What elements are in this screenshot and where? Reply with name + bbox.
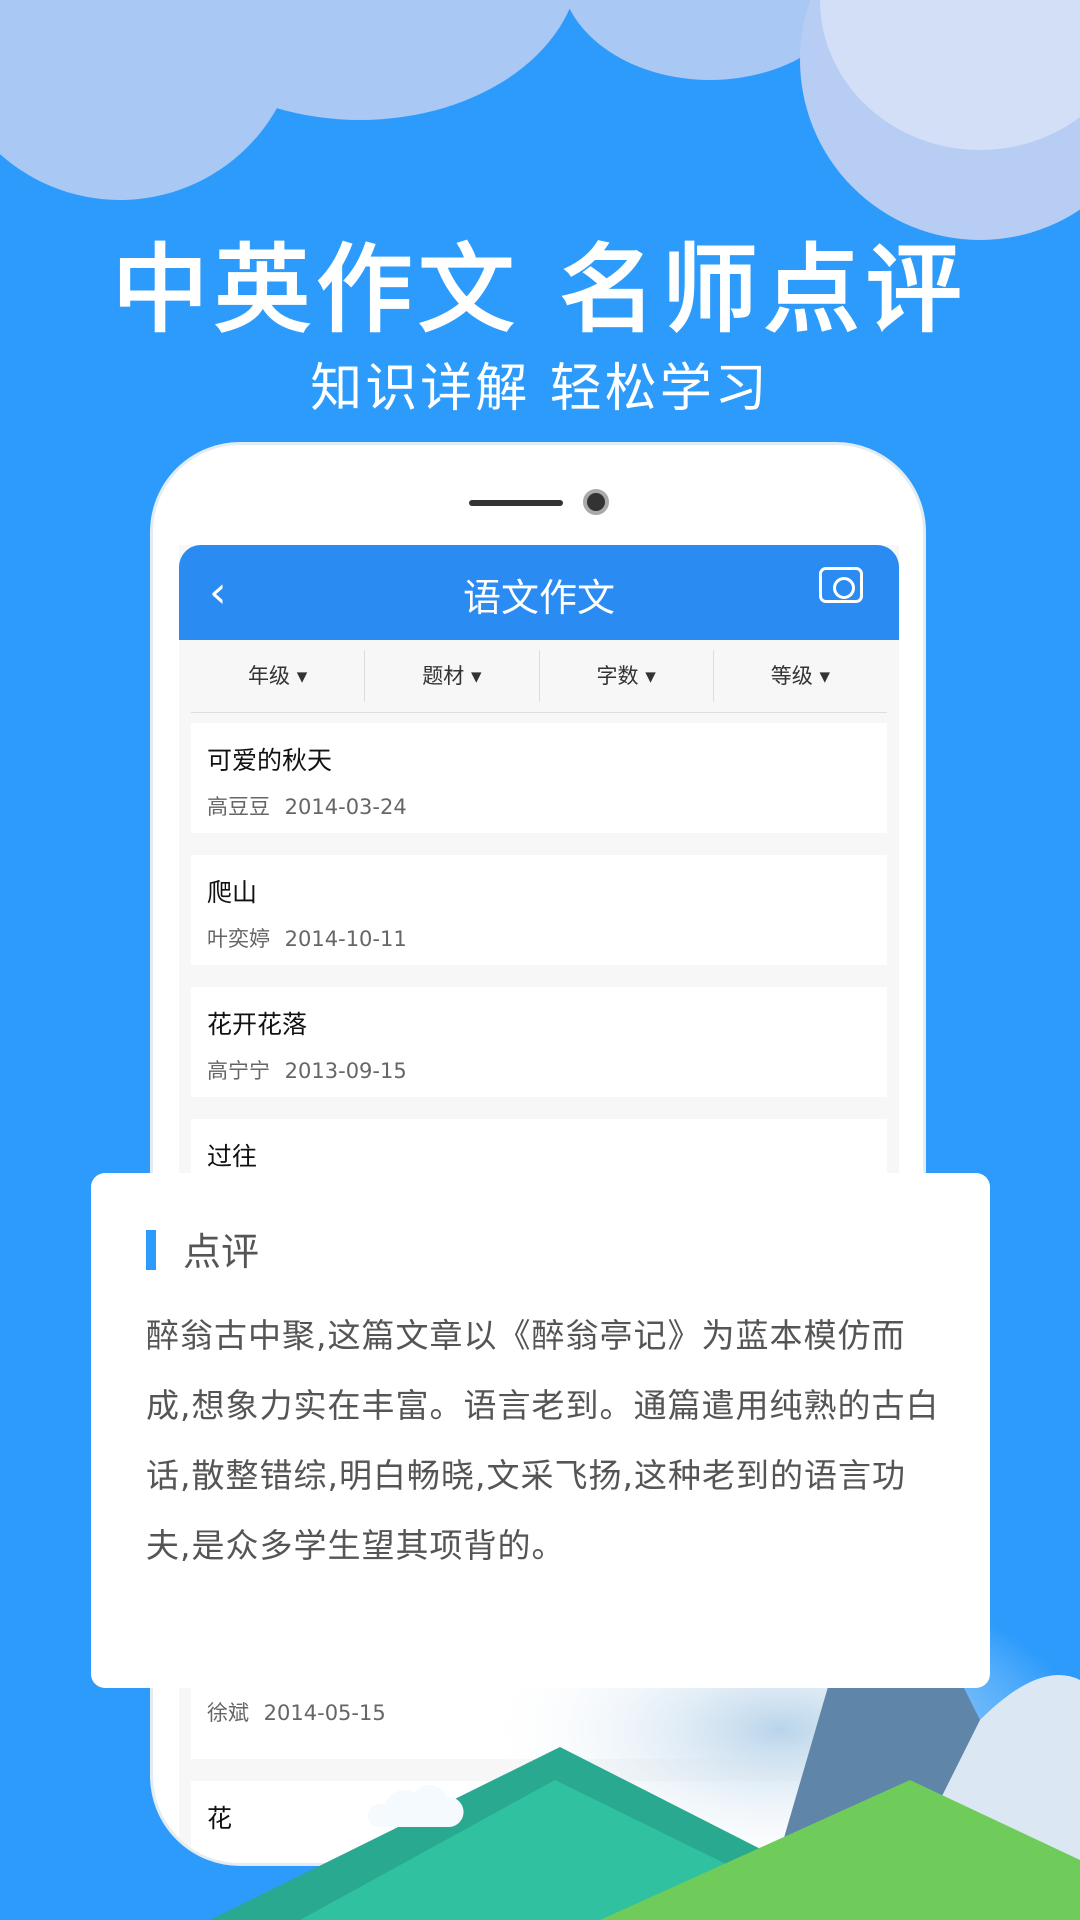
essay-title: 花开花落 (207, 1010, 308, 1039)
phone-speaker (469, 500, 563, 506)
essay-meta: 高宁宁 2013-09-15 (207, 1059, 407, 1083)
filter-topic[interactable]: 题材 ▾ (365, 650, 540, 702)
promo-subheadline: 知识详解 轻松学习 (310, 359, 770, 419)
phone-camera (583, 489, 609, 515)
essay-title: 爬山 (207, 878, 258, 907)
list-item[interactable]: 可爱的秋天高豆豆 2014-03-24 (191, 723, 887, 833)
camera-icon[interactable] (819, 567, 863, 603)
essay-meta: 高豆豆 2014-03-24 (207, 795, 407, 819)
essay-meta: 叶奕婷 2014-10-11 (207, 927, 407, 951)
essay-title: 过往 (207, 1142, 258, 1171)
app-header: ‹ 语文作文 (179, 545, 899, 640)
promo-headline: 中英作文 名师点评 (112, 234, 968, 346)
filter-bar: 年级 ▾ 题材 ▾ 字数 ▾ 等级 ▾ (191, 640, 887, 713)
filter-wordcount[interactable]: 字数 ▾ (540, 650, 714, 702)
small-cloud-decoration (367, 1784, 464, 1827)
list-item[interactable]: 花开花落高宁宁 2013-09-15 (191, 987, 887, 1097)
filter-level[interactable]: 等级 ▾ (714, 650, 887, 702)
review-title: 点评 (183, 1230, 260, 1274)
page-title: 语文作文 (462, 576, 615, 620)
list-item[interactable]: 爬山叶奕婷 2014-10-11 (191, 855, 887, 965)
essay-title: 可爱的秋天 (207, 746, 333, 775)
review-card: 点评 醉翁古中聚,这篇文章以《醉翁亭记》为蓝本模仿而成,想象力实在丰富。语言老到… (91, 1173, 990, 1688)
filter-grade[interactable]: 年级 ▾ (191, 650, 366, 702)
section-accent-bar (146, 1230, 156, 1270)
review-body: 醉翁古中聚,这篇文章以《醉翁亭记》为蓝本模仿而成,想象力实在丰富。语言老到。通篇… (146, 1316, 940, 1565)
